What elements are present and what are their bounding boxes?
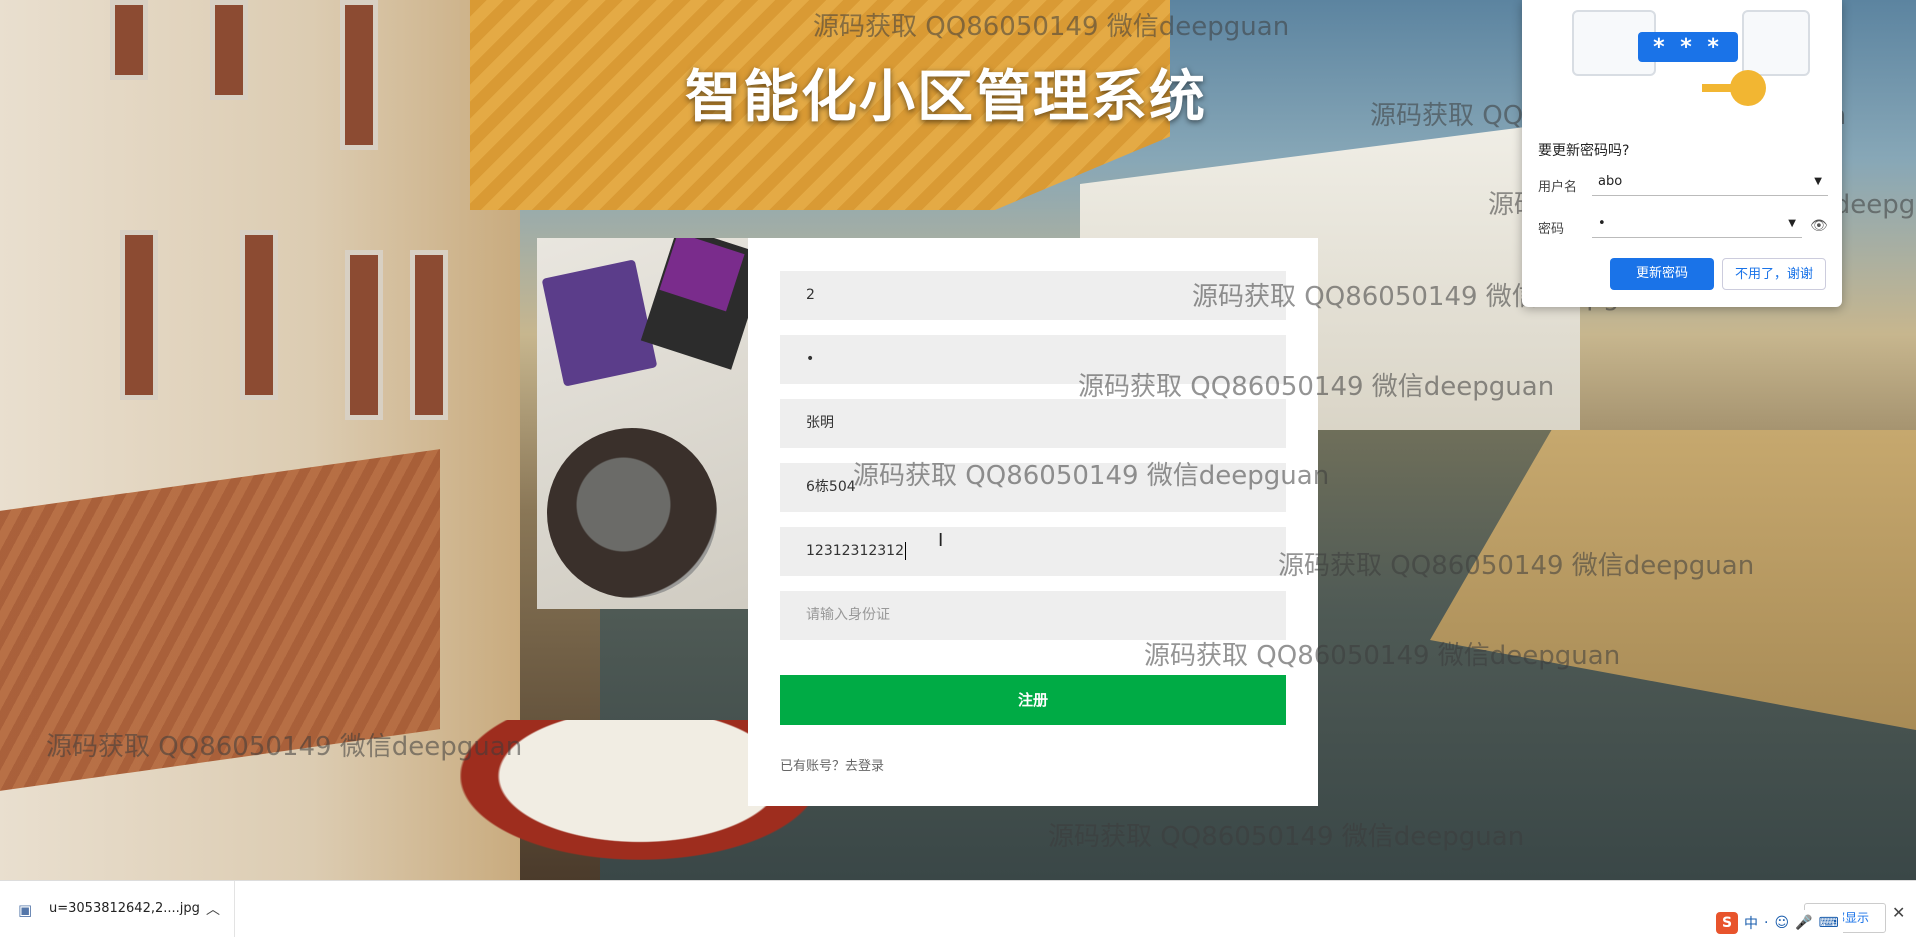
password-field[interactable]: • (780, 335, 1286, 384)
ime-language-label: 中 (1744, 916, 1758, 932)
text-cursor-icon: I (938, 530, 944, 551)
chevron-down-icon: ▼ (1788, 218, 1796, 229)
image-person (547, 428, 717, 598)
text-caret (904, 542, 906, 560)
username-label: 用户名 (1538, 180, 1578, 195)
page-title: 智能化小区管理系统 (685, 65, 1207, 130)
device-icon (1742, 10, 1810, 76)
download-item[interactable]: ▣ u=3053812642,2....jpg ︿ (0, 881, 235, 937)
password-illustration: * * * (1542, 0, 1822, 125)
image-file-icon: ▣ (18, 901, 33, 919)
popup-question: 要更新密码吗? (1538, 143, 1630, 159)
microphone-icon: 🎤 (1795, 915, 1813, 931)
username-select[interactable]: abo ▼ (1592, 168, 1828, 196)
login-link[interactable]: 已有账号？去登录 (780, 755, 884, 774)
id-card-field[interactable]: 请输入身份证 (780, 591, 1286, 640)
keyboard-icon: ⌨ (1818, 915, 1839, 931)
password-label: 密码 (1538, 222, 1565, 237)
chevron-up-icon[interactable]: ︿ (206, 899, 220, 919)
register-form: 2 • 张明 6栋504 12312312312 请输入身份证 注册 已有账号？… (748, 238, 1318, 806)
address-field[interactable]: 6栋504 (780, 463, 1286, 512)
phone-field-value: 12312312312 (806, 543, 904, 559)
download-file-name: u=3053812642,2....jpg (49, 901, 200, 916)
image-notebook (541, 259, 658, 387)
chevron-down-icon: ▼ (1814, 176, 1822, 187)
key-icon (1702, 70, 1766, 106)
decline-button[interactable]: 不用了，谢谢 (1722, 258, 1826, 290)
username-value: abo (1598, 174, 1623, 189)
password-update-popup: * * * 要更新密码吗? 用户名 abo ▼ 密码 • ▼ 👁 更新密码 不用… (1522, 0, 1842, 307)
phone-field[interactable]: 12312312312 (780, 527, 1286, 576)
close-icon[interactable]: ✕ (1892, 903, 1905, 922)
ime-logo-icon: S (1716, 912, 1738, 934)
register-button[interactable]: 注册 (780, 675, 1286, 725)
username-field[interactable]: 2 (780, 271, 1286, 320)
update-password-button[interactable]: 更新密码 (1610, 258, 1714, 290)
password-select[interactable]: • ▼ (1592, 210, 1802, 238)
password-value: • (1598, 216, 1606, 231)
emoji-icon: ☺ (1774, 915, 1790, 931)
download-bar: ▣ u=3053812642,2....jpg ︿ 全部显示 ✕ (0, 880, 1916, 937)
name-field[interactable]: 张明 (780, 399, 1286, 448)
punctuation-icon: · (1764, 915, 1769, 931)
ime-toolbar[interactable]: S 中 · ☺ 🎤 ⌨ (1712, 910, 1843, 936)
register-side-image (537, 238, 748, 609)
masked-password-icon: * * * (1638, 32, 1738, 62)
show-password-eye-icon[interactable]: 👁 (1810, 218, 1828, 234)
